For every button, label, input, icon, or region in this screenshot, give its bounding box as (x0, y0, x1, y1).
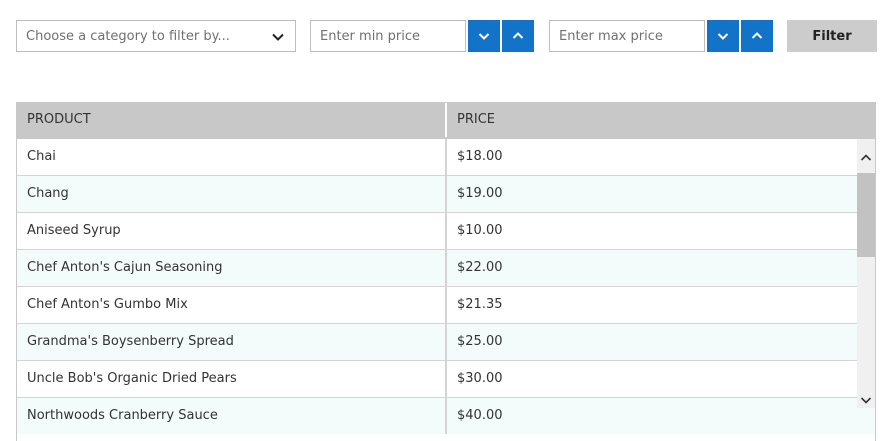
price-cell: $40.00 (457, 408, 503, 423)
table-row[interactable]: Northwoods Cranberry Sauce $40.00 (17, 397, 875, 434)
table-row[interactable]: Grandma's Boysenberry Spread $25.00 (17, 323, 875, 360)
table-row[interactable]: Chef Anton's Cajun Seasoning $22.00 (17, 249, 875, 286)
table-row[interactable]: Aniseed Syrup $10.00 (17, 212, 875, 249)
price-cell: $30.00 (457, 371, 503, 386)
chevron-down-icon (478, 33, 490, 40)
chevron-up-icon (512, 32, 524, 39)
chevron-up-icon (751, 32, 763, 39)
table-row[interactable]: Chai $18.00 (17, 137, 875, 175)
price-cell: $10.00 (457, 223, 503, 238)
chevron-up-icon (860, 154, 872, 161)
filter-toolbar: Choose a category to filter by... Filter (0, 0, 885, 70)
min-price-field[interactable] (310, 20, 466, 52)
product-cell: Chef Anton's Gumbo Mix (17, 287, 447, 323)
chevron-down-icon (717, 33, 729, 40)
product-cell: Northwoods Cranberry Sauce (17, 398, 447, 434)
table-row[interactable]: Chang $19.00 (17, 175, 875, 212)
chevron-down-icon (272, 33, 284, 41)
grid-body: Chai $18.00 Chang $19.00 Aniseed Syrup $… (17, 137, 875, 441)
products-grid: PRODUCT PRICE Chai $18.00 Chang $19.00 A… (16, 102, 876, 441)
category-select-placeholder: Choose a category to filter by... (26, 28, 230, 44)
table-row[interactable]: Chef Anton's Gumbo Mix $21.35 (17, 286, 875, 323)
scroll-down-button[interactable] (857, 391, 875, 409)
max-price-input[interactable] (550, 21, 704, 51)
grid-header: PRODUCT PRICE (17, 103, 875, 137)
vertical-scrollbar[interactable] (857, 139, 875, 408)
product-cell: Grandma's Boysenberry Spread (17, 324, 447, 360)
column-header-product[interactable]: PRODUCT (17, 103, 447, 137)
column-header-price[interactable]: PRICE (447, 103, 875, 137)
min-price-increment-button[interactable] (502, 20, 534, 52)
scroll-up-button[interactable] (857, 149, 875, 167)
chevron-down-icon (860, 397, 872, 404)
scroll-thumb[interactable] (857, 173, 875, 257)
max-price-field[interactable] (549, 20, 705, 52)
price-cell: $19.00 (457, 186, 503, 201)
max-price-increment-button[interactable] (741, 20, 773, 52)
product-cell: Chef Anton's Cajun Seasoning (17, 250, 447, 286)
product-cell: Chang (17, 176, 447, 212)
min-price-decrement-button[interactable] (468, 20, 500, 52)
max-price-decrement-button[interactable] (707, 20, 739, 52)
price-cell: $25.00 (457, 334, 503, 349)
category-select[interactable]: Choose a category to filter by... (16, 20, 296, 52)
table-row[interactable]: Uncle Bob's Organic Dried Pears $30.00 (17, 360, 875, 397)
product-cell: Aniseed Syrup (17, 213, 447, 249)
price-cell: $22.00 (457, 260, 503, 275)
price-cell: $18.00 (457, 149, 503, 164)
min-price-input[interactable] (311, 21, 465, 51)
product-cell: Chai (17, 139, 447, 175)
product-cell: Uncle Bob's Organic Dried Pears (17, 361, 447, 397)
filter-button[interactable]: Filter (787, 20, 877, 52)
price-cell: $21.35 (457, 297, 503, 312)
